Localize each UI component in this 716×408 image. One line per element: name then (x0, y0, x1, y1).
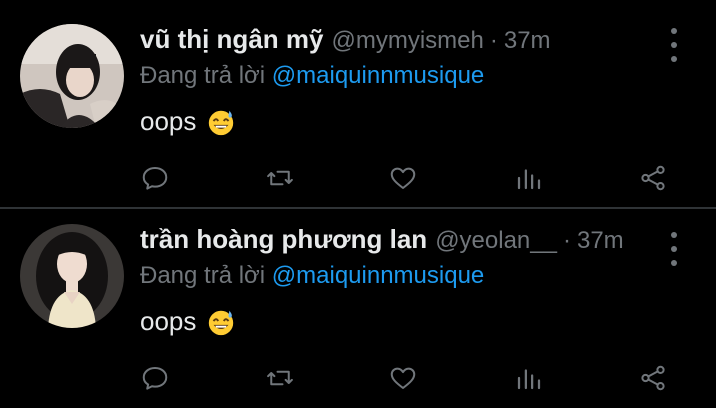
tweet-body: oops (140, 306, 197, 336)
tweet-actions (0, 158, 716, 198)
timestamp[interactable]: 37m (577, 227, 624, 255)
display-name[interactable]: trần hoàng phương lan (140, 224, 427, 255)
retweet-button[interactable] (260, 358, 300, 398)
separator-dot: · (489, 27, 498, 54)
analytics-icon (517, 169, 541, 190)
tweet-body: oops (140, 106, 197, 136)
timestamp[interactable]: 37m (504, 27, 551, 55)
grinning-face-with-sweat-icon (209, 310, 234, 335)
more-options-icon[interactable] (662, 232, 686, 266)
avatar-photo (20, 24, 124, 128)
reply-mention-link[interactable]: @maiquinnmusique (272, 62, 484, 89)
tweet[interactable]: vũ thị ngân mỹ @mymyismeh · 37m Đang trả… (0, 0, 716, 207)
grinning-face-with-sweat-icon (209, 110, 234, 135)
analytics-button[interactable] (509, 358, 549, 398)
like-icon (390, 367, 416, 389)
more-options-icon[interactable] (662, 28, 686, 62)
tweet-header: vũ thị ngân mỹ @mymyismeh · 37m (140, 24, 551, 64)
username[interactable]: @mymyismeh (331, 27, 483, 55)
like-button[interactable] (383, 358, 423, 398)
reply-context: Đang trả lời @maiquinnmusique (140, 262, 484, 290)
username[interactable]: @yeolan__ (435, 227, 557, 255)
tweet-text: oops (140, 306, 236, 337)
tweet-actions (0, 358, 716, 398)
separator-dot: · (562, 227, 571, 254)
share-icon (641, 365, 665, 391)
reply-prefix: Đang trả lời (140, 62, 266, 89)
retweet-button[interactable] (260, 158, 300, 198)
share-button[interactable] (633, 358, 673, 398)
reply-icon (142, 367, 168, 390)
analytics-icon (517, 369, 541, 390)
like-icon (390, 167, 416, 189)
tweet[interactable]: trần hoàng phương lan @yeolan__ · 37m Đa… (0, 210, 716, 408)
reply-button[interactable] (135, 358, 175, 398)
reply-context: Đang trả lời @maiquinnmusique (140, 62, 484, 90)
tweet-header: trần hoàng phương lan @yeolan__ · 37m (140, 224, 624, 264)
tweet-text: oops (140, 106, 236, 137)
like-button[interactable] (383, 158, 423, 198)
avatar-photo (20, 224, 124, 328)
tweet-divider (0, 207, 716, 209)
reply-mention-link[interactable]: @maiquinnmusique (272, 262, 484, 289)
retweet-icon (267, 370, 293, 386)
reply-prefix: Đang trả lời (140, 262, 266, 289)
analytics-button[interactable] (509, 158, 549, 198)
display-name[interactable]: vũ thị ngân mỹ (140, 24, 323, 55)
avatar[interactable] (20, 24, 124, 128)
share-icon (641, 165, 665, 191)
share-button[interactable] (633, 158, 673, 198)
avatar[interactable] (20, 224, 124, 328)
reply-icon (142, 167, 168, 190)
reply-button[interactable] (135, 158, 175, 198)
retweet-icon (267, 170, 293, 186)
